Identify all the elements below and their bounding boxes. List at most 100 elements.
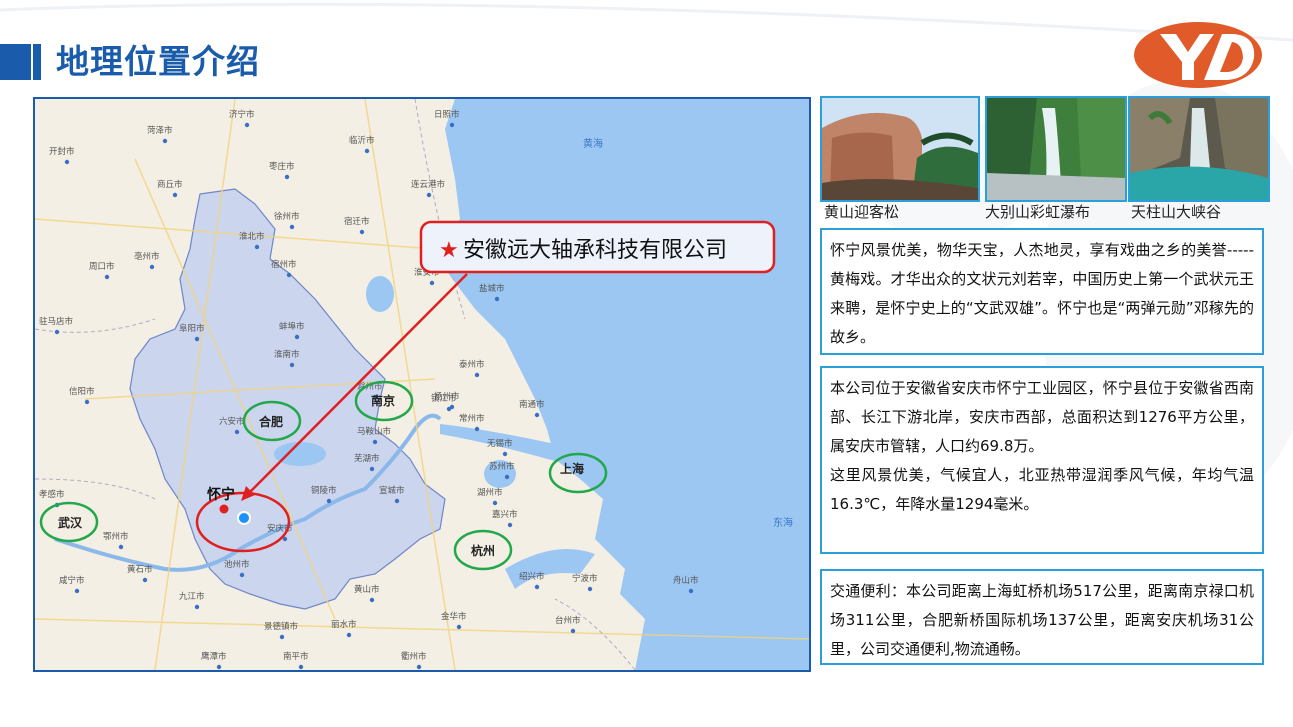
city-dot — [346, 632, 352, 638]
city-dot — [216, 664, 222, 670]
city-dot — [234, 429, 240, 435]
city-label: 绍兴市 — [519, 571, 545, 582]
city-dot — [359, 229, 365, 235]
city-dot — [416, 664, 422, 670]
city-label: 鹰潭市 — [201, 651, 227, 662]
city-label: 黄石市 — [127, 564, 153, 575]
city-dot — [294, 334, 300, 340]
city-dot — [570, 628, 576, 634]
city-label: 孝感市 — [39, 489, 65, 500]
city-dot — [279, 634, 285, 640]
city-dot — [194, 604, 200, 610]
city-dot — [326, 498, 332, 504]
city-label: 阜阳市 — [179, 323, 205, 334]
huangshan-caption: 黄山迎客松 — [824, 203, 900, 221]
city-label: 嘉兴市 — [492, 509, 518, 520]
city-dot — [446, 406, 452, 412]
city-label: 丽水市 — [331, 619, 357, 630]
tianzhushan-photo — [1128, 96, 1270, 202]
city-dot — [429, 280, 435, 286]
city-dot — [534, 584, 540, 590]
shanghai-label: 上海 — [560, 461, 584, 476]
city-label: 台州市 — [555, 615, 581, 626]
city-dot — [494, 296, 500, 302]
city-label: 无锡市 — [487, 438, 513, 449]
city-dot — [394, 498, 400, 504]
city-dot — [369, 597, 375, 603]
city-label: 苏州市 — [489, 461, 515, 472]
city-label: 镇江市 — [431, 393, 457, 404]
city-dot — [449, 122, 455, 128]
city-label: 淮南市 — [274, 349, 300, 360]
city-label: 铜陵市 — [311, 485, 337, 496]
city-label: 济宁市 — [229, 109, 255, 120]
nanjing-label: 南京 — [371, 393, 395, 408]
city-label: 信阳市 — [69, 386, 95, 397]
city-label: 商丘市 — [157, 179, 183, 190]
city-dot — [194, 336, 200, 342]
city-dot — [534, 412, 540, 418]
city-label: 宣城市 — [379, 485, 405, 496]
city-dot — [364, 148, 370, 154]
huangshan-photo — [820, 96, 980, 202]
sea-label-huanghai: 黄海 — [583, 137, 603, 150]
city-label: 亳州市 — [134, 251, 160, 262]
city-dot — [172, 192, 178, 198]
city-dot — [587, 586, 593, 592]
city-dot — [142, 577, 148, 583]
tianzhushan-caption: 天柱山大峡谷 — [1131, 203, 1222, 221]
city-label: 泰州市 — [459, 359, 485, 370]
city-dot — [504, 474, 510, 480]
city-dot — [426, 192, 432, 198]
city-label: 宿州市 — [271, 259, 297, 270]
city-dot — [64, 159, 70, 165]
city-label: 九江市 — [179, 591, 205, 602]
culture-info-box: 怀宁风景优美，物华天宝，人杰地灵，享有戏曲之乡的美誉-----黄梅戏。才华出众的… — [820, 228, 1264, 355]
city-dot — [492, 500, 498, 506]
city-label: 日照市 — [434, 109, 460, 120]
location-info-box: 本公司位于安徽省安庆市怀宁工业园区，怀宁县位于安徽省西南部、长江下游北岸，安庆市… — [820, 366, 1264, 554]
city-label: 淮北市 — [239, 231, 265, 242]
sea-label-donghai: 东海 — [773, 516, 793, 529]
city-label: 马鞍山市 — [357, 426, 392, 437]
city-dot — [104, 274, 110, 280]
city-label: 盐城市 — [479, 283, 505, 294]
location-text-1: 本公司位于安徽省安庆市怀宁工业园区，怀宁县位于安徽省西南部、长江下游北岸，安庆市… — [830, 379, 1254, 455]
city-label: 周口市 — [89, 261, 115, 272]
city-dot — [244, 122, 250, 128]
wuhan-label: 武汉 — [58, 515, 83, 530]
dabieshan-caption: 大别山彩虹瀑布 — [985, 203, 1091, 221]
page-title: 地理位置介绍 — [56, 42, 260, 81]
location-text-2: 这里风景优美，气候宜人，北亚热带湿润季风气候，年均气温16.3℃，年降水量129… — [830, 466, 1254, 513]
title-accent-bar — [0, 44, 31, 80]
city-label: 芜湖市 — [354, 453, 380, 464]
city-label: 景德镇市 — [264, 621, 299, 632]
transport-text: 交通便利：本公司距离上海虹桥机场517公里，距离南京禄口机场311公里，合肥新桥… — [830, 582, 1254, 658]
city-label: 宿迁市 — [344, 216, 370, 227]
city-label: 连云港市 — [411, 179, 446, 190]
city-dot — [74, 588, 80, 594]
city-dot — [149, 264, 155, 270]
huangshan-image — [822, 98, 978, 200]
tianzhushan-image — [1130, 98, 1268, 200]
callout-star-icon: ★ — [439, 238, 459, 263]
city-dot — [254, 244, 260, 250]
huaining-dot — [219, 504, 229, 514]
huaining-label: 怀宁 — [207, 486, 235, 503]
city-dot — [284, 174, 290, 180]
huaining-location-pin — [237, 511, 251, 525]
city-dot — [502, 451, 508, 457]
city-label: 南平市 — [283, 651, 309, 662]
culture-text: 怀宁风景优美，物华天宝，人杰地灵，享有戏曲之乡的美誉-----黄梅戏。才华出众的… — [830, 241, 1254, 346]
city-dot — [372, 439, 378, 445]
city-label: 咸宁市 — [59, 575, 85, 586]
city-dot — [84, 399, 90, 405]
city-label: 开封市 — [49, 146, 75, 157]
company-name: 安徽远大轴承科技有限公司 — [463, 238, 727, 263]
city-dot — [239, 572, 245, 578]
map-panel: 黄海 东海 菏泽市 济宁市 日照市 临沂市 枣庄市 商丘市 开封市 连云港市 徐州市 宿迁市 淮北市… — [33, 97, 811, 672]
city-dot — [474, 426, 480, 432]
title-accent-bar-thin — [33, 44, 41, 80]
city-label: 枣庄市 — [269, 161, 295, 172]
city-dot — [298, 664, 304, 670]
